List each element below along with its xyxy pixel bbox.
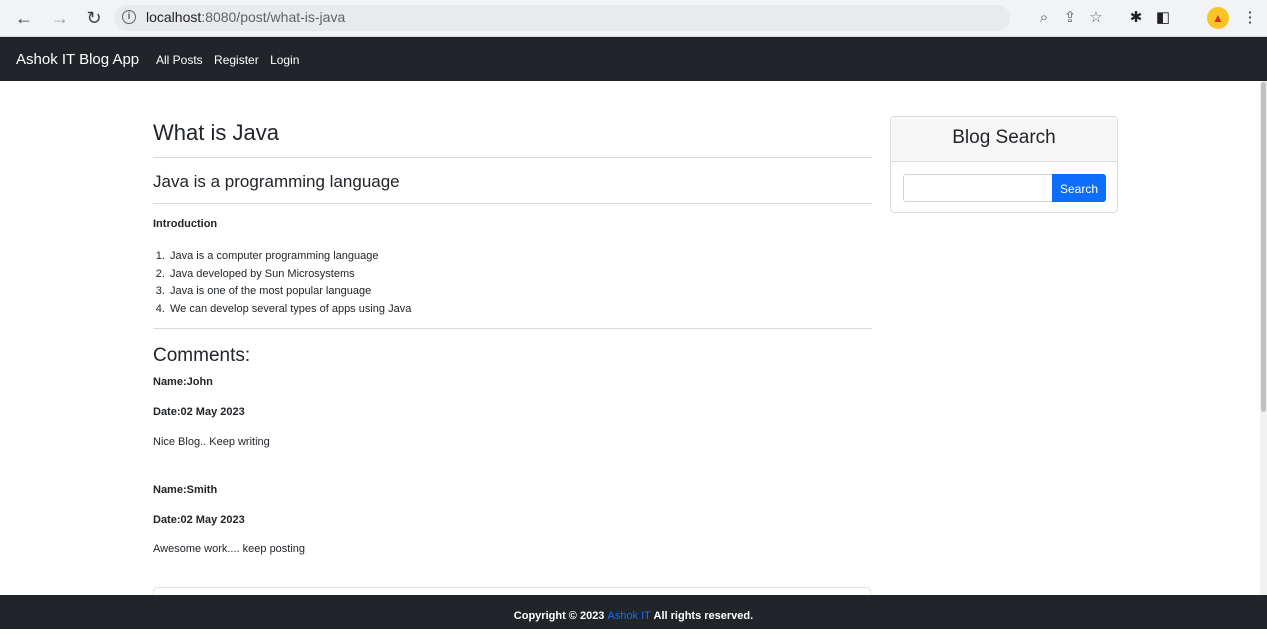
blog-search-card: Blog Search Search [890, 116, 1118, 213]
footer-copyright: Copyright © 2023 [513, 610, 608, 622]
post-points-list: Java is a computer programming language … [153, 248, 411, 318]
divider [153, 203, 872, 204]
nav-link-login[interactable]: Login [270, 53, 299, 67]
footer-link[interactable]: Ashok IT [607, 610, 650, 622]
nav-links: All Posts Register Login [156, 53, 307, 67]
footer-rights: All rights reserved. [650, 610, 754, 622]
post-subtitle: Java is a programming language [153, 172, 400, 191]
comment-date: Date:02 May 2023 [153, 406, 245, 418]
list-item: We can develop several types of apps usi… [168, 301, 411, 319]
intro-heading: Introduction [153, 218, 218, 230]
nav-link-register[interactable]: Register [214, 53, 259, 67]
star-icon[interactable]: ☆ [1086, 8, 1106, 28]
app-navbar: Ashok IT Blog App All Posts Register Log… [0, 37, 1267, 81]
card-title: Blog Search [891, 117, 1117, 162]
comment-date: Date:02 May 2023 [153, 514, 245, 526]
profile-avatar-icon[interactable]: ▲ [1207, 7, 1229, 29]
comments-heading: Comments: [153, 345, 251, 366]
url-host: localhost [146, 9, 202, 25]
comment-text: Nice Blog.. Keep writing [153, 436, 270, 448]
search-input[interactable] [903, 174, 1053, 202]
browser-toolbar: ← → ↻ i localhost:8080/post/what-is-java… [0, 0, 1267, 37]
comment-name: Name:John [153, 376, 213, 388]
url-text[interactable]: localhost:8080/post/what-is-java [146, 9, 345, 25]
comment-name: Name:Smith [153, 484, 218, 496]
list-item: Java developed by Sun Microsystems [168, 266, 411, 284]
side-panel-icon[interactable]: ◧ [1153, 8, 1173, 28]
scrollbar-thumb[interactable] [1261, 82, 1266, 412]
nav-link-all-posts[interactable]: All Posts [156, 53, 203, 67]
back-arrow-icon[interactable]: ← [12, 6, 36, 30]
info-icon[interactable]: i [122, 10, 136, 24]
zoom-icon[interactable]: ⌕ [1034, 8, 1054, 28]
reload-icon[interactable]: ↻ [82, 6, 106, 30]
post-title: What is Java [153, 120, 279, 145]
list-item: Java is a computer programming language [168, 248, 411, 266]
list-item: Java is one of the most popular language [168, 283, 411, 301]
forward-arrow-icon[interactable]: → [48, 6, 72, 30]
extensions-puzzle-icon[interactable]: ✱ [1126, 8, 1146, 28]
navbar-brand[interactable]: Ashok IT Blog App [16, 51, 139, 68]
search-button[interactable]: Search [1052, 174, 1106, 202]
menu-kebab-icon[interactable]: ⋮ [1240, 8, 1260, 28]
divider [153, 157, 872, 158]
address-bar[interactable]: i localhost:8080/post/what-is-java [114, 5, 1010, 31]
comment-text: Awesome work.... keep posting [153, 543, 306, 555]
url-path: :8080/post/what-is-java [201, 9, 346, 25]
divider [153, 328, 872, 329]
share-icon[interactable]: ⇪ [1060, 8, 1080, 28]
page-footer: Copyright © 2023 Ashok IT All rights res… [0, 595, 1267, 629]
